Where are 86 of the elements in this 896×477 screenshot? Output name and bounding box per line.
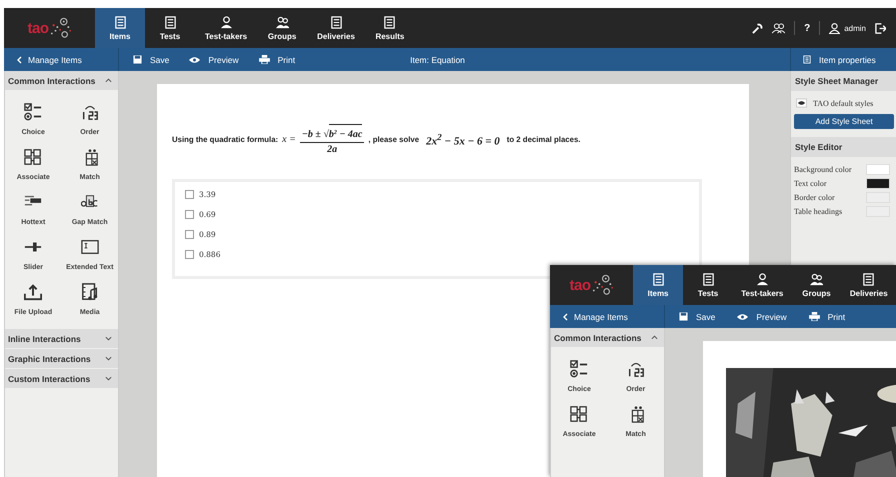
nav-tab[interactable]: Groups xyxy=(257,8,308,48)
text-box-icon xyxy=(80,238,99,256)
section-header: Style Editor xyxy=(791,137,896,157)
nav-tab[interactable]: Deliveries xyxy=(307,8,365,48)
chevron-up-icon xyxy=(651,335,658,340)
toolbar-action[interactable]: Print xyxy=(808,312,846,322)
item-title: Item: Equation xyxy=(410,54,465,64)
choice-icon xyxy=(570,360,588,378)
users-icon[interactable] xyxy=(772,22,786,34)
document-icon xyxy=(803,55,811,64)
eye-icon xyxy=(737,312,748,320)
user-icon xyxy=(829,22,840,34)
person-icon xyxy=(756,272,769,286)
nav-tab[interactable]: Tests xyxy=(145,8,195,48)
color-swatch[interactable] xyxy=(866,178,890,189)
add-style-sheet-button[interactable]: Add Style Sheet xyxy=(794,114,894,129)
checkbox[interactable] xyxy=(185,250,194,259)
help-button[interactable]: ? xyxy=(804,22,810,34)
associate-icon xyxy=(24,148,42,166)
color-label: Text color xyxy=(794,179,827,188)
user-menu[interactable]: admin xyxy=(829,22,866,34)
color-label: Table headings xyxy=(794,207,842,216)
fraction-denominator: 2a xyxy=(327,143,338,155)
wrench-icon[interactable] xyxy=(752,22,764,34)
document-icon xyxy=(383,16,396,28)
choice-icon xyxy=(24,103,42,121)
logo-dots-icon xyxy=(592,274,614,296)
document-icon xyxy=(164,16,176,28)
section-header[interactable]: Common Interactions xyxy=(551,328,664,347)
printer-icon xyxy=(808,312,820,321)
logout-icon[interactable] xyxy=(875,22,886,34)
document-icon xyxy=(330,16,342,28)
person-icon xyxy=(220,16,233,28)
color-swatch[interactable] xyxy=(866,164,890,175)
nav-tab[interactable]: Groups xyxy=(791,265,842,305)
chevron-down-icon xyxy=(105,376,112,381)
save-icon xyxy=(133,55,142,64)
order-icon xyxy=(626,360,645,378)
color-label: Background color xyxy=(794,165,852,174)
nav-tab[interactable]: Test-takers xyxy=(195,8,258,48)
section-header[interactable]: Graphic Interactions xyxy=(5,349,118,368)
stylesheet-name: TAO default styles xyxy=(813,98,874,108)
nav-tab[interactable]: Results xyxy=(364,8,415,48)
checkbox[interactable] xyxy=(185,190,194,199)
document-icon xyxy=(114,16,126,28)
toolbar-action[interactable]: Preview xyxy=(737,312,787,322)
color-label: Border color xyxy=(794,193,835,202)
nav-tab[interactable]: Deliveries xyxy=(841,265,896,305)
chevron-up-icon xyxy=(105,78,112,83)
associate-icon xyxy=(570,405,588,423)
eye-icon[interactable] xyxy=(796,98,807,108)
save-icon xyxy=(679,312,688,321)
section-header[interactable]: Inline Interactions xyxy=(5,329,118,348)
printer-icon xyxy=(258,55,270,64)
nav-tab[interactable]: Test-takers xyxy=(733,265,792,305)
media-icon xyxy=(80,283,99,301)
document-icon xyxy=(862,272,876,286)
order-icon xyxy=(80,103,99,121)
math-equation: 2x$^{2}$ − 5x − 6 = 0 xyxy=(426,132,500,148)
toolbar-action[interactable]: Preview xyxy=(189,54,239,64)
chevron-left-icon xyxy=(17,56,22,64)
checkbox[interactable] xyxy=(185,210,194,219)
nav-tab[interactable]: Items xyxy=(95,8,145,48)
checkbox[interactable] xyxy=(185,230,194,239)
upload-icon xyxy=(24,283,42,301)
toolbar-action[interactable]: Save xyxy=(679,312,716,322)
toolbar-action[interactable]: Save xyxy=(133,54,170,64)
users-icon xyxy=(810,272,823,286)
section-header[interactable]: Common Interactions xyxy=(5,71,118,90)
document-icon xyxy=(652,272,665,286)
math-variable: x = xyxy=(282,134,296,145)
users-icon xyxy=(276,16,289,28)
logo-text: tao xyxy=(28,20,48,36)
section-header: Style Sheet Manager xyxy=(791,71,896,91)
section-header[interactable]: Custom Interactions xyxy=(5,369,118,388)
eye-icon xyxy=(189,56,200,64)
chevron-down-icon xyxy=(105,356,112,361)
nav-tab[interactable]: Tests xyxy=(683,265,734,305)
chevron-left-icon xyxy=(563,312,568,320)
logo-dots-icon xyxy=(50,17,72,39)
logo-text: tao xyxy=(570,276,591,294)
fraction-numerator: −b ± √b$^{2}$ − 4ac xyxy=(300,124,364,143)
document-icon xyxy=(702,272,715,286)
chevron-down-icon xyxy=(105,336,112,341)
nav-tab[interactable]: Items xyxy=(633,265,684,305)
toolbar-action[interactable]: Print xyxy=(258,54,296,64)
